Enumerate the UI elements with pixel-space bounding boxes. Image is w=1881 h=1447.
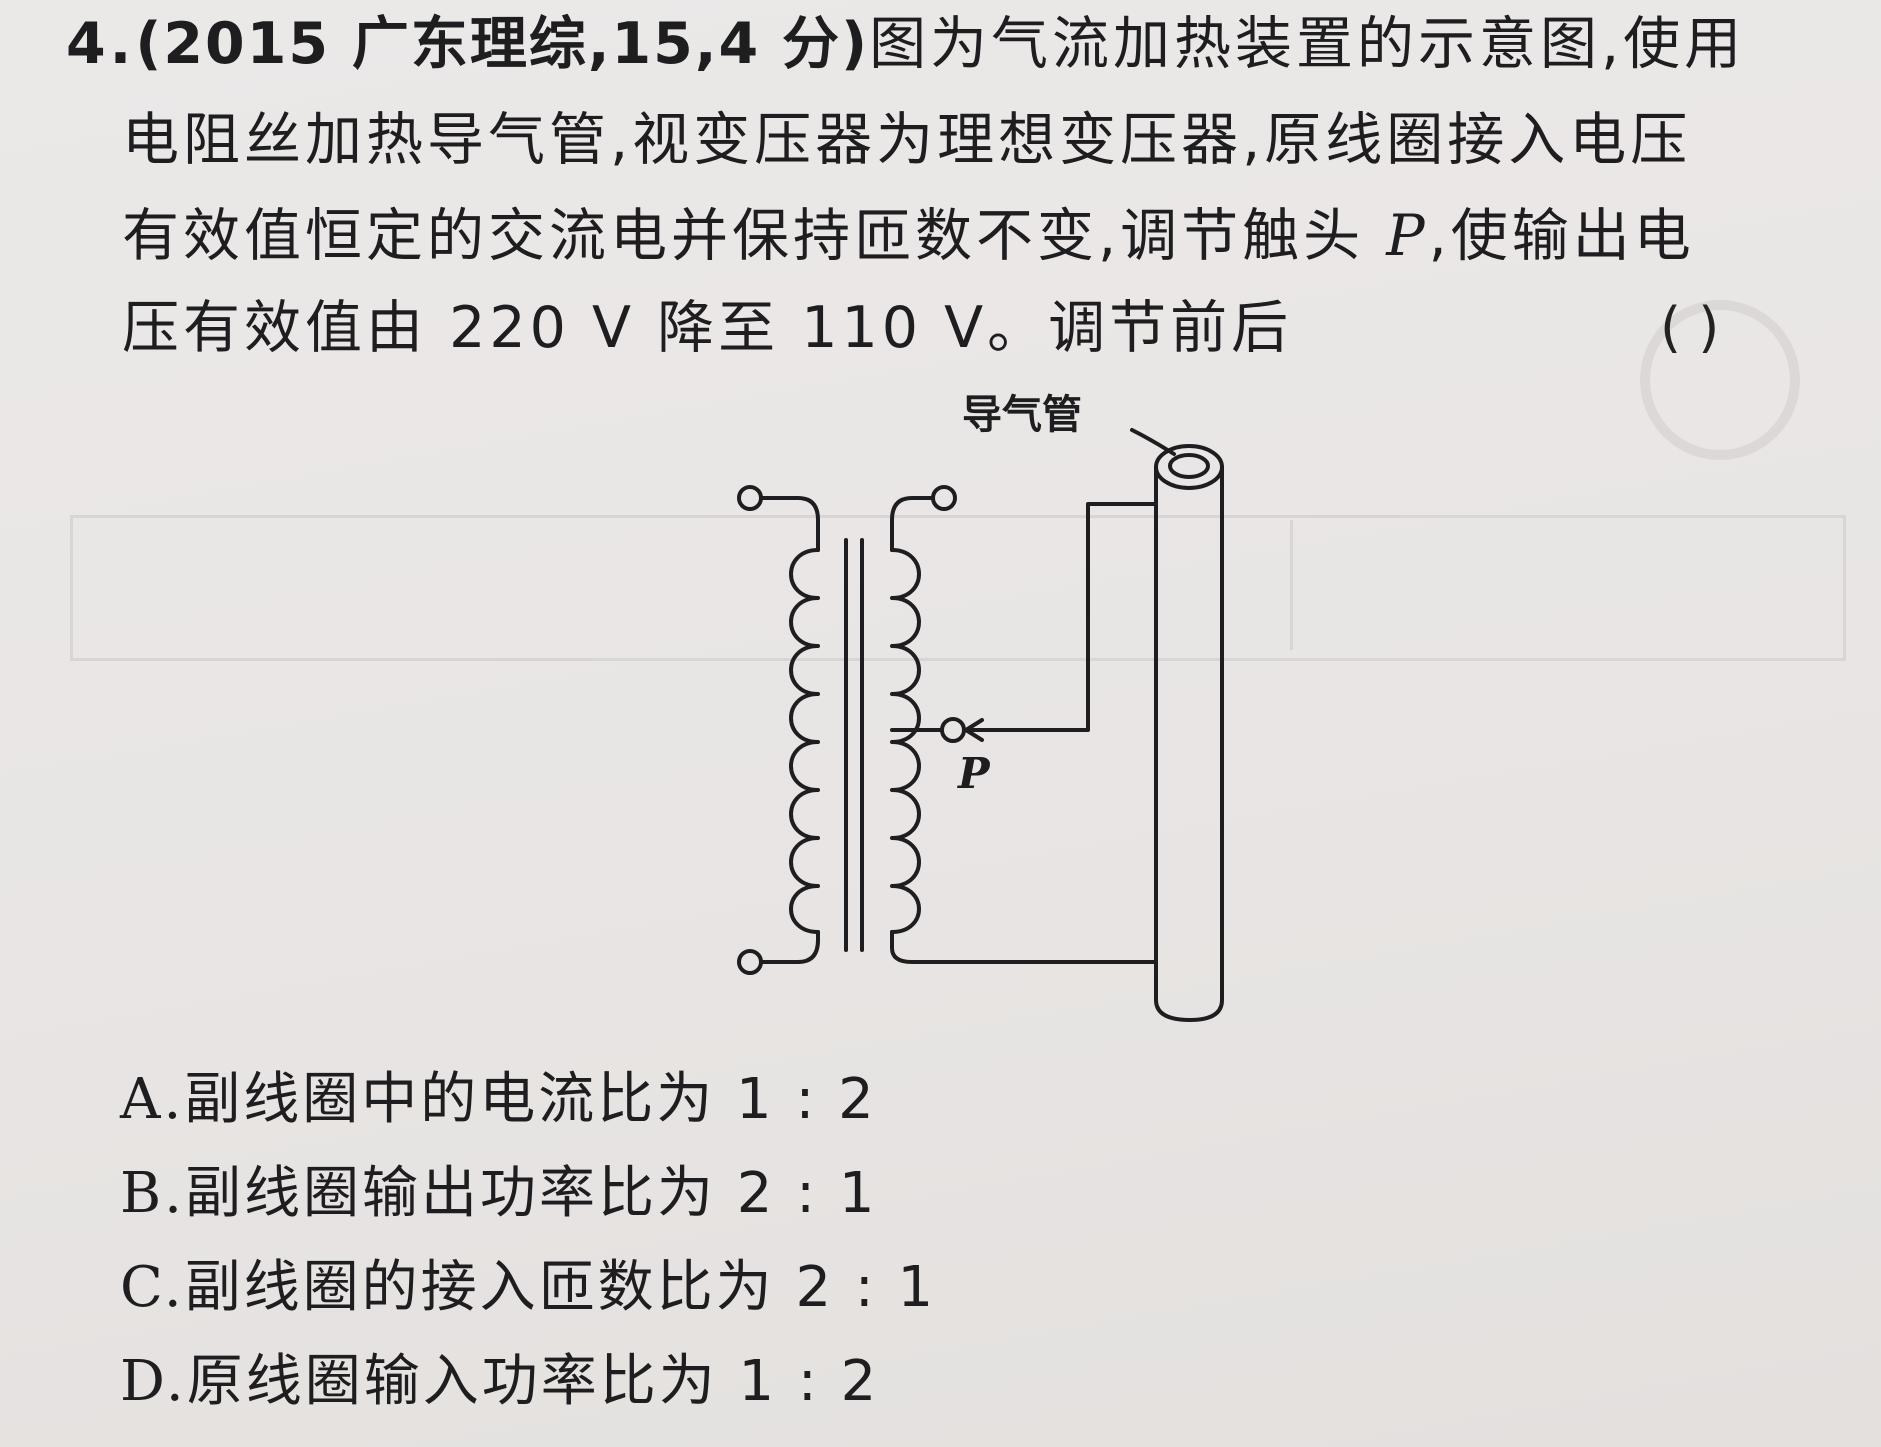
primary-terminal-top: [737, 485, 763, 511]
option-b[interactable]: B.副线圈输出功率比为 2 : 1: [120, 1162, 877, 1226]
transformer-circuit-diagram: P 导气管: [737, 392, 1224, 1022]
option-a-text: 副线圈中的电流比为 1 : 2: [184, 1067, 877, 1132]
option-d[interactable]: D.原线圈输入功率比为 1 : 2: [120, 1350, 879, 1414]
option-c-letter: C.: [120, 1255, 185, 1320]
primary-terminal-bottom: [737, 949, 763, 975]
air-tube-body: [1154, 465, 1224, 1022]
question-text-3b: ,使输出电: [1428, 203, 1695, 269]
option-d-text: 原线圈输入功率比为 1 : 2: [186, 1349, 880, 1414]
option-a-letter: A.: [120, 1067, 185, 1132]
question-text-3a: 有效值恒定的交流电并保持匝数不变,调节触头: [122, 203, 1365, 269]
primary-lead-bottom: [759, 930, 820, 964]
question-line-1: 4.(2015 广东理综,15,4 分)图为气流加热装置的示意图,使用: [66, 12, 1745, 76]
contact-wire: [966, 502, 1158, 732]
question-number: 4.: [66, 11, 136, 77]
tube-label: 导气管: [962, 392, 1082, 438]
textbook-page: 4.(2015 广东理综,15,4 分)图为气流加热装置的示意图,使用 电阻丝加…: [0, 0, 1881, 1447]
option-b-letter: B.: [120, 1161, 185, 1226]
question-text-1: 图为气流加热装置的示意图,使用: [869, 11, 1746, 77]
question-line-4: 压有效值由 220 V 降至 110 V。调节前后: [122, 295, 1293, 361]
secondary-lead-top: [890, 496, 935, 552]
answer-brackets: ( ): [1660, 296, 1720, 359]
question-source: (2015 广东理综,15,4 分): [135, 11, 870, 77]
secondary-coil: [890, 548, 921, 934]
option-c-text: 副线圈的接入匝数比为 2 : 1: [184, 1255, 937, 1320]
air-tube-inner-rim: [1168, 453, 1210, 479]
question-line-2: 电阻丝加热导气管,视变压器为理想变压器,原线圈接入电压: [122, 107, 1692, 173]
sliding-contact-terminal: [940, 717, 966, 743]
option-c[interactable]: C.副线圈的接入匝数比为 2 : 1: [120, 1256, 936, 1320]
bleed-through-rule: [1290, 520, 1293, 650]
primary-coil: [789, 548, 820, 934]
primary-lead-top: [759, 496, 820, 552]
question-contact-symbol: P: [1386, 203, 1429, 269]
tube-label-leader: [1130, 428, 1176, 456]
air-tube-outer-rim: [1154, 444, 1224, 490]
secondary-lead-bottom: [890, 930, 1158, 964]
question-line-3: 有效值恒定的交流电并保持匝数不变,调节触头 P,使输出电: [122, 204, 1695, 268]
contact-label-p: P: [957, 749, 991, 798]
option-b-text: 副线圈输出功率比为 2 : 1: [184, 1161, 878, 1226]
secondary-terminal-top: [931, 485, 957, 511]
option-d-letter: D.: [120, 1349, 187, 1414]
option-a[interactable]: A.副线圈中的电流比为 1 : 2: [120, 1068, 877, 1132]
